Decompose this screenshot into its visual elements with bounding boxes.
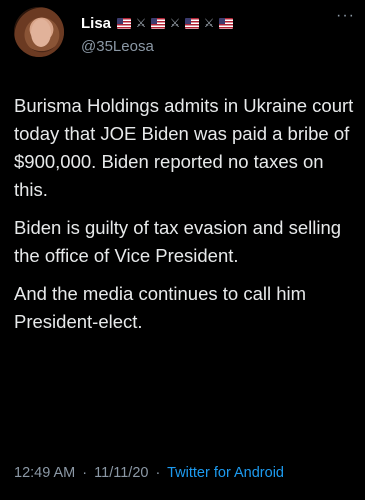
tweet: Lisa ⚔ ⚔ ⚔ @35Leosa ··· Burisma Holdings… (0, 0, 365, 500)
tweet-time[interactable]: 12:49 AM (14, 465, 75, 481)
avatar[interactable] (14, 7, 64, 57)
display-name[interactable]: Lisa (81, 15, 111, 32)
us-flag-icon (151, 18, 166, 29)
crossed-swords-icon: ⚔ (203, 16, 215, 30)
meta-separator: · (82, 465, 88, 481)
avatar-face (31, 19, 51, 47)
tweet-date[interactable]: 11/11/20 (94, 465, 148, 481)
user-handle[interactable]: @35Leosa (81, 38, 154, 55)
crossed-swords-icon: ⚔ (135, 16, 147, 30)
tweet-paragraph: Burisma Holdings admits in Ukraine court… (14, 95, 354, 200)
us-flag-icon (185, 18, 200, 29)
tweet-paragraph: And the media continues to call him Pres… (14, 283, 307, 332)
us-flag-icon (117, 18, 132, 29)
tweet-text: Burisma Holdings admits in Ukraine court… (14, 92, 354, 346)
tweet-source-link[interactable]: Twitter for Android (167, 465, 284, 481)
meta-separator: · (155, 465, 161, 481)
crossed-swords-icon: ⚔ (169, 16, 181, 30)
more-options-icon[interactable]: ··· (336, 7, 355, 25)
name-line: Lisa ⚔ ⚔ ⚔ (81, 15, 234, 32)
tweet-paragraph: Biden is guilty of tax evasion and selli… (14, 217, 342, 266)
tweet-meta: 12:49 AM · 11/11/20 · Twitter for Androi… (14, 465, 284, 481)
us-flag-icon (219, 18, 234, 29)
tweet-header: Lisa ⚔ ⚔ ⚔ @35Leosa ··· (14, 7, 355, 63)
